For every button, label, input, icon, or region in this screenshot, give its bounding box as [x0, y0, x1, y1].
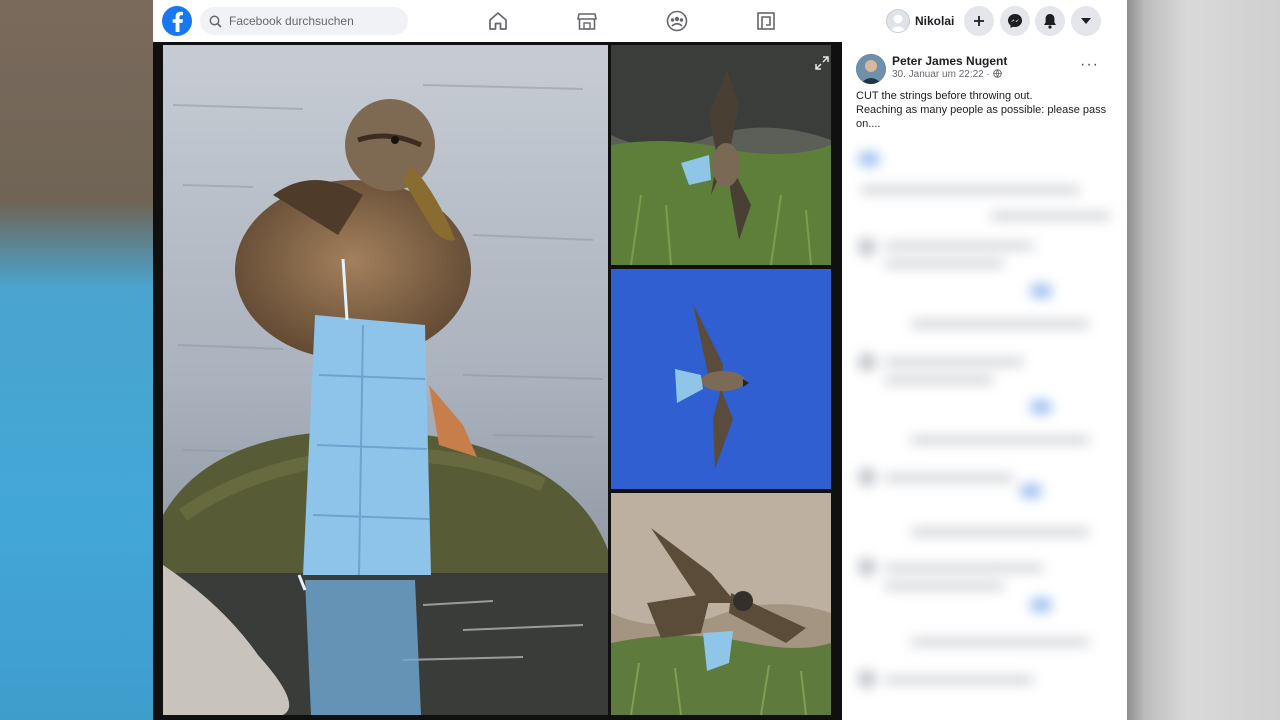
post-date[interactable]: 30. Januar um 22:22 · [892, 69, 1002, 80]
groups-icon [666, 10, 688, 32]
nav-marketplace[interactable] [569, 8, 605, 34]
avatar [886, 9, 910, 33]
blur-line [990, 212, 1110, 220]
falcon-grass-photo[interactable] [611, 45, 831, 265]
blur-line [884, 474, 1014, 482]
blur-reactions [1030, 400, 1052, 414]
blur-line [884, 676, 1034, 684]
search-box[interactable] [200, 7, 408, 35]
messenger-icon [1008, 14, 1022, 28]
nav-groups[interactable] [659, 8, 695, 34]
post-text-line-1: CUT the strings before throwing out. [856, 90, 1033, 102]
expand-icon[interactable] [815, 56, 829, 70]
facebook-window: Nikolai [153, 0, 1127, 720]
blur-line [884, 242, 1034, 250]
duck-with-mask-image [163, 45, 608, 715]
blur-avatar [858, 558, 876, 576]
blur-line [884, 358, 1024, 366]
notifications-button[interactable] [1035, 6, 1065, 36]
blur-reactions [1030, 598, 1052, 612]
blur-line [884, 564, 1044, 572]
profile-chip[interactable]: Nikolai [886, 8, 954, 34]
post-text-line-2: Reaching as many people as possible: ple… [856, 104, 1107, 130]
photo-viewer [153, 42, 842, 720]
marketplace-icon [577, 13, 597, 30]
blur-reactions [858, 152, 880, 166]
blur-line [884, 582, 1004, 590]
blur-avatar [858, 353, 876, 371]
blur-line [860, 186, 1080, 194]
falcon-rocks-photo[interactable] [611, 493, 831, 715]
blur-avatar [858, 238, 876, 256]
nav-gaming[interactable] [748, 8, 784, 34]
duck-photo[interactable] [163, 45, 608, 715]
facebook-logo[interactable] [162, 6, 192, 36]
blurred-comments [850, 148, 1120, 718]
bell-icon [1044, 14, 1056, 29]
falcon-sky-image [611, 269, 831, 489]
poster-name[interactable]: Peter James Nugent [892, 54, 1007, 68]
blur-avatar [858, 468, 876, 486]
plus-icon [974, 16, 984, 26]
profile-name: Nikolai [915, 14, 955, 28]
falcon-sky-photo[interactable] [611, 269, 831, 489]
person-icon [889, 14, 907, 32]
poster-avatar[interactable] [856, 54, 886, 84]
caret-down-icon [1081, 18, 1091, 24]
blur-line [910, 320, 1090, 328]
blur-avatar [858, 670, 876, 688]
person-icon [856, 54, 886, 84]
top-bar: Nikolai [153, 0, 1127, 43]
create-button[interactable] [964, 6, 994, 36]
blur-reactions [1030, 284, 1052, 298]
home-icon [489, 12, 507, 30]
search-icon [209, 15, 222, 28]
falcon-grass-image [611, 45, 831, 265]
backdrop-right [1127, 0, 1280, 720]
blur-line [884, 376, 994, 384]
falcon-rocks-image [611, 493, 831, 715]
blur-line [884, 260, 1004, 268]
search-input[interactable] [227, 13, 401, 29]
nav-home[interactable] [480, 8, 516, 34]
post-panel: Peter James Nugent 30. Januar um 22:22 ·… [842, 42, 1127, 720]
globe-icon [992, 69, 1002, 78]
facebook-f-icon [172, 11, 183, 32]
backdrop-left [0, 0, 153, 720]
messenger-button[interactable] [1000, 6, 1030, 36]
account-menu-button[interactable] [1071, 6, 1101, 36]
post-date-text: 30. Januar um 22:22 · [892, 69, 990, 80]
blur-line [910, 436, 1090, 444]
post-options-button[interactable]: ··· [1080, 56, 1099, 74]
blur-reactions [1020, 484, 1042, 498]
post-text: CUT the strings before throwing out. Rea… [856, 89, 1118, 131]
gaming-icon [757, 12, 775, 30]
blur-line [910, 638, 1090, 646]
blur-line [910, 528, 1090, 536]
